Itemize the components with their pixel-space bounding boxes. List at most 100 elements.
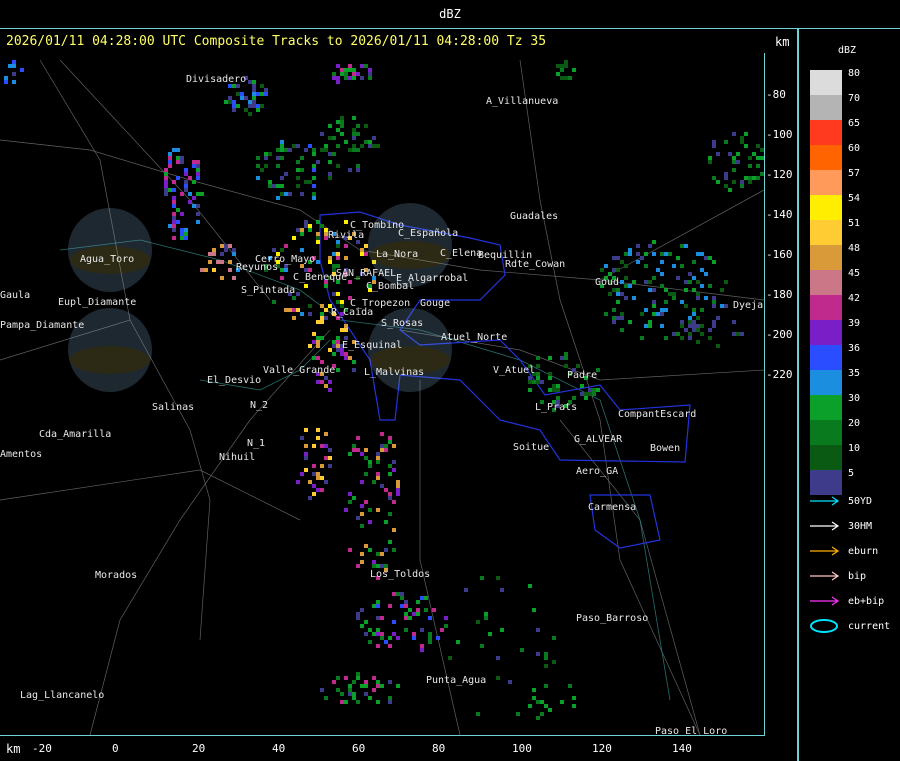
x-tick-label: 60: [352, 742, 366, 755]
reflectivity-pixel: [284, 308, 288, 312]
reflectivity-pixel: [584, 392, 588, 396]
place-label: Morados: [95, 570, 137, 581]
reflectivity-pixel: [376, 144, 380, 148]
reflectivity-pixel: [536, 716, 540, 720]
track-arrow-icon: [810, 521, 840, 531]
reflectivity-pixel: [336, 76, 340, 80]
reflectivity-pixel: [332, 136, 336, 140]
legend-level-label: 48: [848, 243, 861, 254]
reflectivity-pixel: [164, 180, 168, 184]
reflectivity-pixel: [192, 180, 196, 184]
reflectivity-pixel: [316, 320, 320, 324]
reflectivity-pixel: [360, 624, 364, 628]
reflectivity-pixel: [172, 180, 176, 184]
reflectivity-pixel: [324, 696, 328, 700]
reflectivity-pixel: [292, 308, 296, 312]
reflectivity-pixel: [516, 712, 520, 716]
reflectivity-pixel: [320, 312, 324, 316]
reflectivity-pixel: [376, 644, 380, 648]
reflectivity-pixel: [320, 360, 324, 364]
reflectivity-pixel: [368, 696, 372, 700]
reflectivity-pixel: [348, 692, 352, 696]
reflectivity-pixel: [280, 248, 284, 252]
place-label: N_2: [250, 400, 268, 411]
reflectivity-pixel: [612, 320, 616, 324]
legend-swatch: [810, 245, 842, 270]
reflectivity-pixel: [304, 148, 308, 152]
reflectivity-pixel: [244, 108, 248, 112]
place-label: E_Esquinal: [342, 340, 402, 351]
reflectivity-pixel: [376, 604, 380, 608]
reflectivity-pixel: [4, 76, 8, 80]
reflectivity-pixel: [364, 684, 368, 688]
reflectivity-pixel: [684, 304, 688, 308]
reflectivity-pixel: [344, 220, 348, 224]
reflectivity-pixel: [372, 136, 376, 140]
reflectivity-pixel: [312, 192, 316, 196]
reflectivity-pixel: [528, 584, 532, 588]
reflectivity-pixel: [12, 80, 16, 84]
reflectivity-pixel: [380, 564, 384, 568]
reflectivity-pixel: [408, 608, 412, 612]
reflectivity-pixel: [404, 612, 408, 616]
reflectivity-pixel: [268, 184, 272, 188]
reflectivity-pixel: [716, 180, 720, 184]
reflectivity-pixel: [168, 152, 172, 156]
reflectivity-pixel: [396, 636, 400, 640]
reflectivity-pixel: [664, 252, 668, 256]
reflectivity-pixel: [496, 576, 500, 580]
reflectivity-pixel: [708, 284, 712, 288]
reflectivity-pixel: [564, 60, 568, 64]
reflectivity-pixel: [280, 184, 284, 188]
reflectivity-pixel: [556, 64, 560, 68]
reflectivity-pixel: [544, 652, 548, 656]
reflectivity-pixel: [676, 256, 680, 260]
reflectivity-pixel: [168, 164, 172, 168]
reflectivity-pixel: [360, 76, 364, 80]
reflectivity-pixel: [348, 64, 352, 68]
reflectivity-pixel: [280, 268, 284, 272]
reflectivity-pixel: [696, 324, 700, 328]
reflectivity-pixel: [164, 172, 168, 176]
reflectivity-pixel: [356, 564, 360, 568]
reflectivity-pixel: [620, 280, 624, 284]
reflectivity-pixel: [536, 364, 540, 368]
reflectivity-pixel: [688, 280, 692, 284]
reflectivity-pixel: [256, 92, 260, 96]
place-label: Gouge: [420, 298, 450, 309]
reflectivity-pixel: [336, 164, 340, 168]
reflectivity-pixel: [300, 436, 304, 440]
reflectivity-pixel: [700, 268, 704, 272]
reflectivity-pixel: [376, 472, 380, 476]
legend-level-label: 45: [848, 268, 861, 279]
reflectivity-pixel: [280, 192, 284, 196]
radar-map[interactable]: Divisadero A_Villanueva Guadales C_Española…: [0, 53, 765, 736]
reflectivity-pixel: [320, 380, 324, 384]
reflectivity-pixel: [732, 156, 736, 160]
place-label: Bowen: [650, 443, 680, 454]
reflectivity-pixel: [312, 472, 316, 476]
reflectivity-pixel: [392, 500, 396, 504]
reflectivity-pixel: [380, 444, 384, 448]
reflectivity-pixel: [760, 156, 764, 160]
reflectivity-pixel: [388, 492, 392, 496]
reflectivity-pixel: [348, 76, 352, 80]
reflectivity-pixel: [744, 176, 748, 180]
reflectivity-pixel: [264, 88, 268, 92]
reflectivity-pixel: [420, 644, 424, 648]
reflectivity-pixel: [600, 268, 604, 272]
reflectivity-pixel: [404, 600, 408, 604]
place-label: Cda_Amarilla: [39, 429, 111, 440]
reflectivity-pixel: [352, 448, 356, 452]
reflectivity-pixel: [480, 576, 484, 580]
reflectivity-pixel: [332, 252, 336, 256]
reflectivity-pixel: [724, 280, 728, 284]
reflectivity-pixel: [624, 264, 628, 268]
reflectivity-pixel: [536, 376, 540, 380]
reflectivity-pixel: [388, 604, 392, 608]
reflectivity-pixel: [332, 292, 336, 296]
reflectivity-pixel: [636, 252, 640, 256]
reflectivity-pixel: [292, 144, 296, 148]
reflectivity-pixel: [328, 260, 332, 264]
reflectivity-pixel: [696, 328, 700, 332]
